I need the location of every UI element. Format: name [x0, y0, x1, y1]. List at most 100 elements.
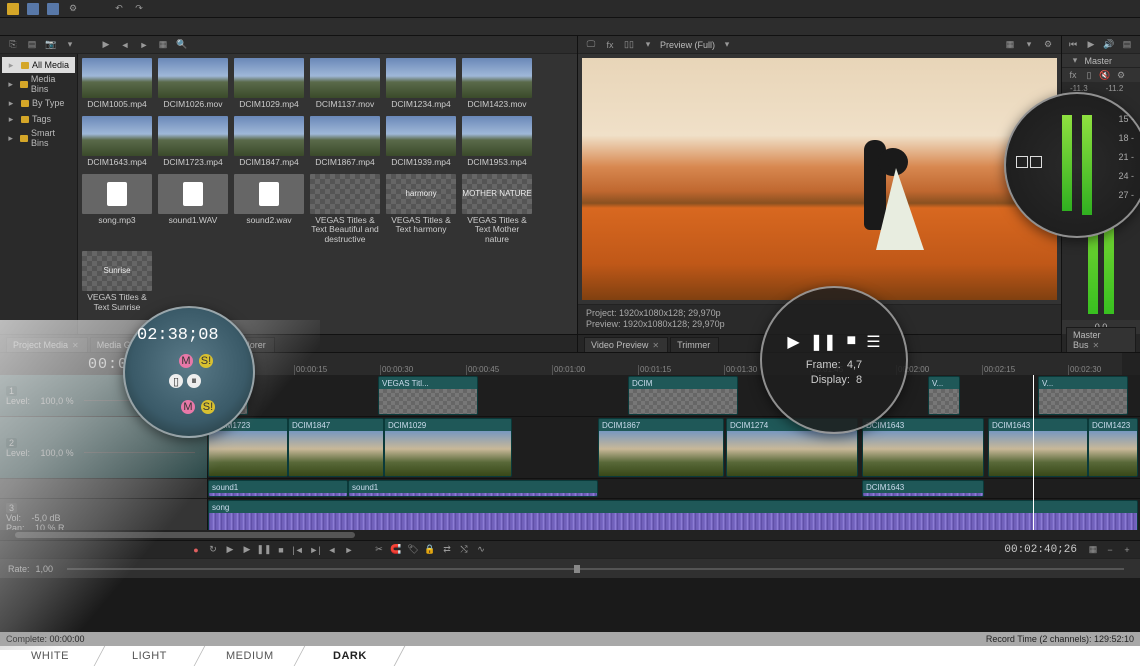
tree-item-all-media[interactable]: ▸All Media — [2, 57, 75, 73]
tab-video-preview[interactable]: Video Preview✕ — [584, 337, 668, 352]
timeline-clip[interactable]: V... — [1038, 376, 1128, 415]
zoom-in-icon[interactable]: + — [1120, 543, 1134, 557]
media-thumb[interactable]: DCIM1643.mp4 — [82, 116, 152, 168]
timeline-clip[interactable]: DCIM — [628, 376, 738, 415]
mute-icon[interactable]: 🔇 — [1098, 68, 1112, 82]
timeline-clip[interactable]: VEGA — [208, 376, 248, 415]
chevron-down-icon[interactable]: ▾ — [720, 38, 734, 52]
loop-icon[interactable]: ↻ — [206, 543, 220, 557]
record-icon[interactable]: ● — [189, 543, 203, 557]
fx-icon[interactable]: fx — [1066, 68, 1080, 82]
media-thumb[interactable]: DCIM1137.mov — [310, 58, 380, 110]
camera-icon[interactable]: 📷 — [44, 38, 58, 52]
next-frame-icon[interactable]: ► — [342, 543, 356, 557]
play-icon[interactable]: ▶ — [1084, 38, 1098, 52]
stop-icon[interactable]: ■ — [274, 543, 288, 557]
timeline-clip[interactable]: VEGAS Titl... — [378, 376, 478, 415]
timeline-clip[interactable]: sound1 — [208, 480, 348, 497]
media-thumb[interactable]: harmonyVEGAS Titles & Text harmony — [386, 174, 456, 245]
crossfade-icon[interactable]: ⤭ — [457, 543, 471, 557]
io-icon[interactable]: ▯ — [1082, 68, 1096, 82]
timeline-scrollbar[interactable] — [0, 530, 1140, 540]
media-thumb[interactable]: DCIM1847.mp4 — [234, 116, 304, 168]
search-icon[interactable]: 🔍 — [175, 38, 189, 52]
timeline-clip[interactable]: DCIM1029 — [384, 418, 512, 477]
timeline-clip[interactable]: song — [208, 500, 1138, 530]
lock-icon[interactable]: 🔒 — [423, 543, 437, 557]
edit-tool-icon[interactable]: ✂ — [372, 543, 386, 557]
prev-frame-icon[interactable]: ◄ — [325, 543, 339, 557]
media-thumb[interactable]: DCIM1423.mov — [462, 58, 532, 110]
track-content[interactable]: VEGA VEGAS Titl... DCIM V... V... DCIM1723 DC… — [208, 375, 1140, 530]
tab-master-bus[interactable]: Master Bus✕ — [1066, 327, 1136, 352]
timeline-clip[interactable]: DCIM1867 — [598, 418, 724, 477]
track-header-video-2[interactable]: 2 Level: 100,0 % — [0, 417, 207, 479]
gear-icon[interactable]: ⚙ — [1114, 68, 1128, 82]
tab-explorer[interactable]: Explorer — [225, 337, 275, 352]
folder-icon[interactable] — [6, 2, 20, 16]
media-thumb[interactable]: song.mp3 — [82, 174, 152, 245]
overlay-icon[interactable]: ▾ — [1022, 38, 1036, 52]
go-start-icon[interactable]: |◄ — [291, 543, 305, 557]
timeline-clip[interactable]: V... — [928, 376, 960, 415]
view-icon[interactable]: ▦ — [156, 38, 170, 52]
snap-icon[interactable]: 🧲 — [389, 543, 403, 557]
tab-project-media[interactable]: Project Media✕ — [6, 337, 88, 352]
timeline-ruler[interactable]: 00:00:0000:00:1500:00:3000:00:4500:01:00… — [208, 353, 1122, 375]
media-thumb[interactable]: DCIM1723.mp4 — [158, 116, 228, 168]
timeline-clip[interactable]: DCIM1643 — [862, 418, 984, 477]
marker-icon[interactable]: 🏷 — [406, 543, 420, 557]
tab-trimmer[interactable]: Trimmer — [670, 337, 719, 352]
gear-icon[interactable]: ⚙ — [66, 2, 80, 16]
close-icon[interactable]: ✕ — [652, 341, 659, 350]
skip-start-icon[interactable]: ⏮ — [1066, 38, 1080, 52]
chevron-down-icon[interactable]: ▾ — [63, 38, 77, 52]
split-icon[interactable]: ▯▯ — [622, 38, 636, 52]
media-thumb[interactable]: sound2.wav — [234, 174, 304, 245]
tree-item-media-bins[interactable]: ▸Media Bins — [2, 73, 75, 95]
media-thumb[interactable]: DCIM1953.mp4 — [462, 116, 532, 168]
save-all-icon[interactable] — [46, 2, 60, 16]
ripple-icon[interactable]: ⇄ — [440, 543, 454, 557]
media-thumb[interactable]: VEGAS Titles & Text Beautiful and destru… — [310, 174, 380, 245]
media-thumb[interactable]: DCIM1939.mp4 — [386, 116, 456, 168]
grid-icon[interactable]: ▦ — [1003, 38, 1017, 52]
timeline-clip[interactable]: DCIM1643 — [988, 418, 1088, 477]
media-thumb[interactable]: DCIM1005.mp4 — [82, 58, 152, 110]
theme-tab-dark[interactable]: DARK — [295, 646, 406, 666]
zoom-out-icon[interactable]: − — [1103, 543, 1117, 557]
play-start-icon[interactable]: ▶ — [223, 543, 237, 557]
fx-icon[interactable]: fx — [603, 38, 617, 52]
theme-tab-light[interactable]: LIGHT — [95, 646, 206, 666]
theme-tab-white[interactable]: WHITE — [0, 646, 105, 666]
redo-icon[interactable]: ↷ — [132, 2, 146, 16]
timeline-clip[interactable]: sound1 — [348, 480, 598, 497]
media-thumb[interactable]: DCIM1234.mp4 — [386, 58, 456, 110]
film-icon[interactable]: ▤ — [25, 38, 39, 52]
play-icon[interactable]: ▶ — [240, 543, 254, 557]
timeline-clip[interactable]: DCIM1723 — [208, 418, 288, 477]
undo-icon[interactable]: ↶ — [112, 2, 126, 16]
timeline-clip[interactable]: DCIM1274 — [726, 418, 858, 477]
timeline-clip[interactable]: DCIM1643 — [862, 480, 984, 497]
track-header-video-1[interactable]: 1 Level: 100,0 % — [0, 375, 207, 417]
tree-item-smart-bins[interactable]: ▸Smart Bins — [2, 127, 75, 149]
gear-icon[interactable]: ⚙ — [1041, 38, 1055, 52]
next-icon[interactable]: ► — [137, 38, 151, 52]
tab-media-generator[interactable]: Media Generator — [90, 337, 174, 352]
playhead[interactable] — [1033, 375, 1034, 530]
media-thumb[interactable]: DCIM1026.mov — [158, 58, 228, 110]
play-icon[interactable]: ▶ — [99, 38, 113, 52]
close-icon[interactable]: ✕ — [1093, 341, 1100, 350]
grid-icon[interactable]: ▦ — [1086, 543, 1100, 557]
pause-icon[interactable]: ❚❚ — [257, 543, 271, 557]
layout-icon[interactable]: ▤ — [1120, 38, 1134, 52]
tree-item-tags[interactable]: ▸Tags — [2, 111, 75, 127]
media-thumb[interactable]: DCIM1029.mp4 — [234, 58, 304, 110]
timeline-clip[interactable]: DCIM1423 — [1088, 418, 1138, 477]
env-icon[interactable]: ∿ — [474, 543, 488, 557]
chevron-down-icon[interactable]: ▾ — [641, 38, 655, 52]
media-thumb[interactable]: SunriseVEGAS Titles & Text Sunrise — [82, 251, 152, 313]
rate-slider[interactable] — [67, 568, 1124, 570]
media-thumb[interactable]: MOTHER NATUREVEGAS Titles & Text Mother … — [462, 174, 532, 245]
